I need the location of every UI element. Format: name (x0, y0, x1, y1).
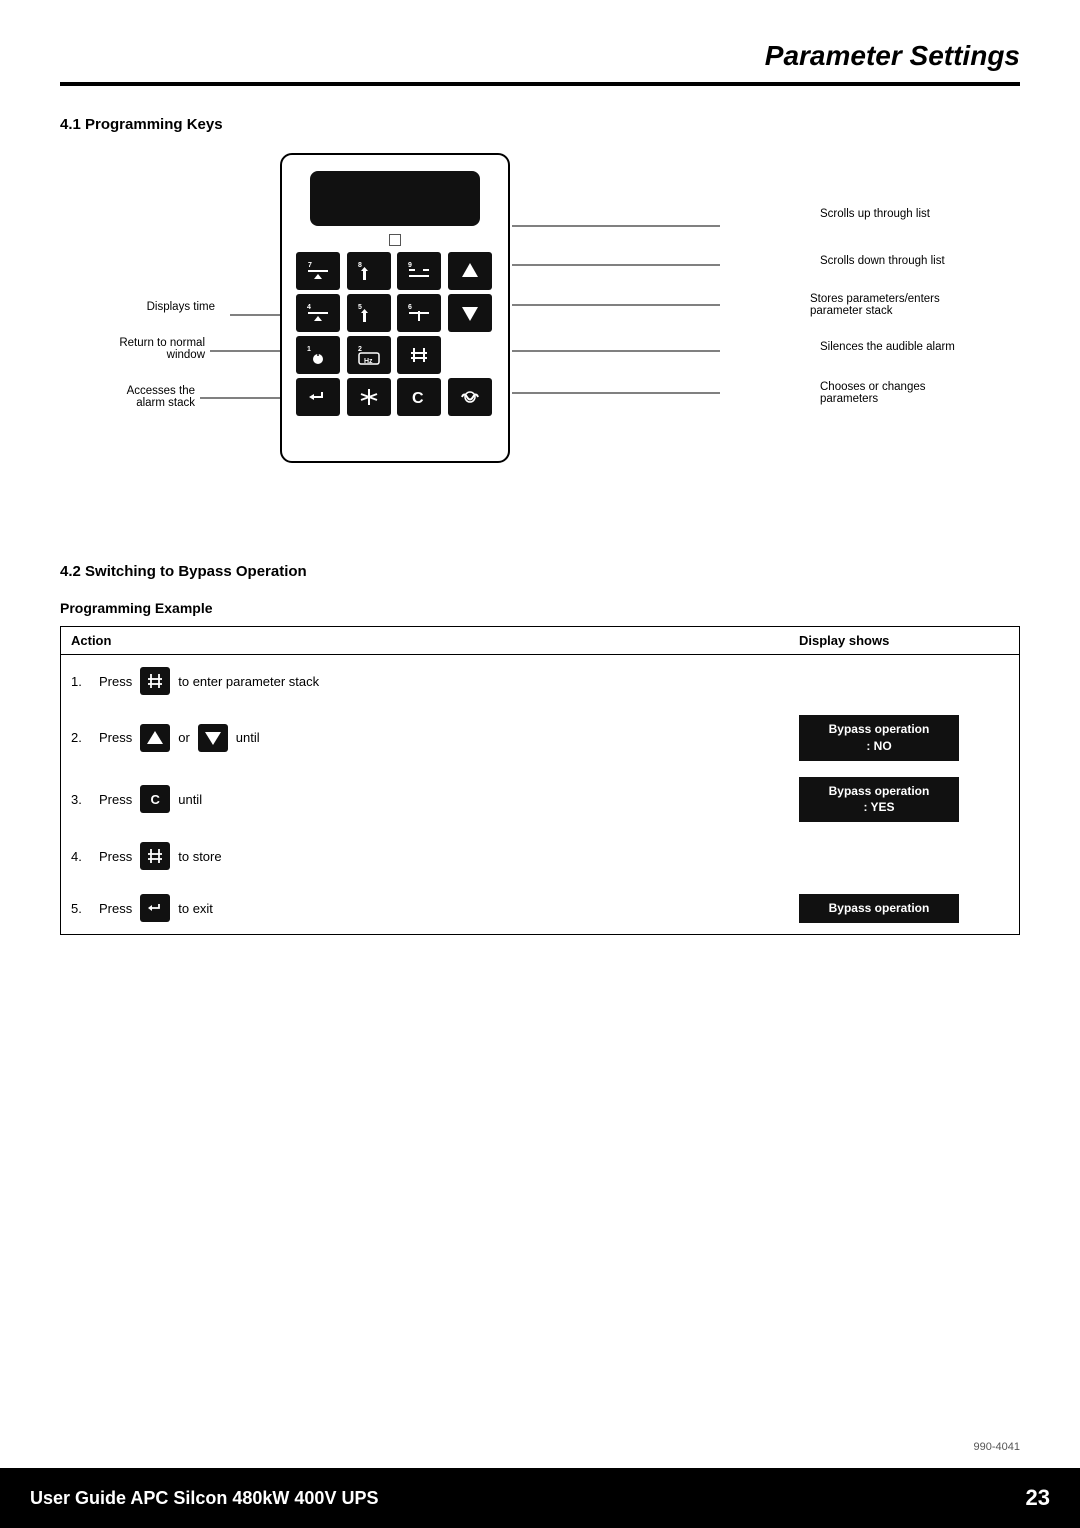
ann-accesses-alarm: Accesses thealarm stack (60, 385, 195, 409)
ann-displays-time: Displays time (60, 301, 215, 313)
row3-press: Press (99, 792, 132, 807)
display-cell-2: Bypass operation : NO (789, 715, 1009, 761)
section-42: 4.2 Switching to Bypass Operation Progra… (60, 563, 1020, 935)
ann-silences-alarm: Silences the audible alarm (820, 341, 1020, 353)
svg-text:5: 5 (358, 304, 362, 311)
row3-action-text: until (178, 792, 202, 807)
action-cell-1: 1. Press to enter parameter stack (71, 667, 789, 695)
key-enter (296, 378, 340, 416)
page-title: Parameter Settings (60, 0, 1020, 82)
row5-press: Press (99, 901, 132, 916)
key-hash (397, 336, 441, 374)
action-cell-2: 2. Press or until (71, 724, 789, 752)
programming-table: Action Display shows 1. Press (60, 626, 1020, 935)
keypad-indicator (389, 234, 401, 246)
row5-action-text: to exit (178, 901, 213, 916)
table-row: 2. Press or until (61, 707, 1019, 769)
key-arrow-down (448, 294, 492, 332)
svg-text:4: 4 (307, 304, 311, 311)
keypad-device: 7 8 9 (280, 153, 510, 463)
key-9: 9 (397, 252, 441, 290)
row4-key-hash (140, 842, 170, 870)
display-badge-no: Bypass operation : NO (799, 715, 959, 761)
svg-text:8: 8 (358, 262, 362, 269)
ann-scrolls-up: Scrolls up through list (820, 208, 1020, 220)
display-cell-5: Bypass operation (789, 894, 1009, 923)
key-alarm (448, 378, 492, 416)
key-8: 8 (347, 252, 391, 290)
footer-page: 23 (1026, 1485, 1050, 1511)
ann-chooses-changes: Chooses or changesparameters (820, 381, 1020, 405)
keypad-diagram: 7 8 9 (60, 153, 1020, 533)
svg-text:1: 1 (307, 346, 311, 353)
footer-title: User Guide APC Silcon 480kW 400V UPS (30, 1488, 378, 1509)
svg-text:Hz: Hz (364, 358, 373, 365)
row1-num: 1. (71, 674, 91, 689)
table-row: 1. Press to enter parameter stack (61, 655, 1019, 707)
row2-key-down (198, 724, 228, 752)
row5-key-enter (140, 894, 170, 922)
title-rule (60, 82, 1020, 86)
keypad-grid: 7 8 9 (292, 252, 498, 416)
key-5: 5 (347, 294, 391, 332)
row3-num: 3. (71, 792, 91, 807)
table-row: 4. Press to store (61, 830, 1019, 882)
col-display-header: Display shows (789, 633, 1009, 648)
row1-key-hash (140, 667, 170, 695)
row2-action-text: until (236, 730, 260, 745)
col-action-header: Action (71, 633, 789, 648)
ann-return-normal: Return to normalwindow (60, 337, 205, 361)
row3-key-c: C (140, 785, 170, 813)
ann-stores-params: Stores parameters/entersparameter stack (810, 293, 1020, 317)
svg-text:7: 7 (308, 262, 312, 269)
display-badge-bypass: Bypass operation (799, 894, 959, 923)
part-number: 990-4041 (974, 1441, 1021, 1453)
section-41-header: 4.1 Programming Keys (60, 116, 1020, 133)
table-row: 5. Press to exit Bypass operation (61, 882, 1019, 934)
row2-num: 2. (71, 730, 91, 745)
action-cell-3: 3. Press C until (71, 785, 789, 813)
key-arrow-up (448, 252, 492, 290)
row1-action-text: to enter parameter stack (178, 674, 319, 689)
svg-text:2: 2 (358, 346, 362, 353)
display-badge-yes: Bypass operation : YES (799, 777, 959, 823)
section-42-header: 4.2 Switching to Bypass Operation (60, 563, 1020, 580)
row1-press: Press (99, 674, 132, 689)
key-7: 7 (296, 252, 340, 290)
table-header: Action Display shows (61, 627, 1019, 655)
key-1: 1 (296, 336, 340, 374)
key-star (347, 378, 391, 416)
row4-press: Press (99, 849, 132, 864)
keypad-screen (310, 171, 480, 226)
display-cell-3: Bypass operation : YES (789, 777, 1009, 823)
row2-or: or (178, 730, 190, 745)
row4-num: 4. (71, 849, 91, 864)
row2-press: Press (99, 730, 132, 745)
footer: User Guide APC Silcon 480kW 400V UPS 23 (0, 1468, 1080, 1528)
row4-action-text: to store (178, 849, 221, 864)
key-4: 4 (296, 294, 340, 332)
key-empty (448, 336, 492, 374)
svg-text:C: C (412, 390, 424, 407)
table-row: 3. Press C until Bypass operation : YES (61, 769, 1019, 831)
ann-scrolls-down: Scrolls down through list (820, 255, 1020, 267)
svg-text:9: 9 (408, 262, 412, 269)
row2-key-up (140, 724, 170, 752)
key-6: 6 (397, 294, 441, 332)
svg-text:6: 6 (408, 304, 412, 311)
action-cell-5: 5. Press to exit (71, 894, 789, 922)
key-2: 2 Hz (347, 336, 391, 374)
programming-example-header: Programming Example (60, 600, 1020, 616)
row5-num: 5. (71, 901, 91, 916)
page-container: Parameter Settings 4.1 Programming Keys … (0, 0, 1080, 1528)
key-c: C (397, 378, 441, 416)
action-cell-4: 4. Press to store (71, 842, 789, 870)
